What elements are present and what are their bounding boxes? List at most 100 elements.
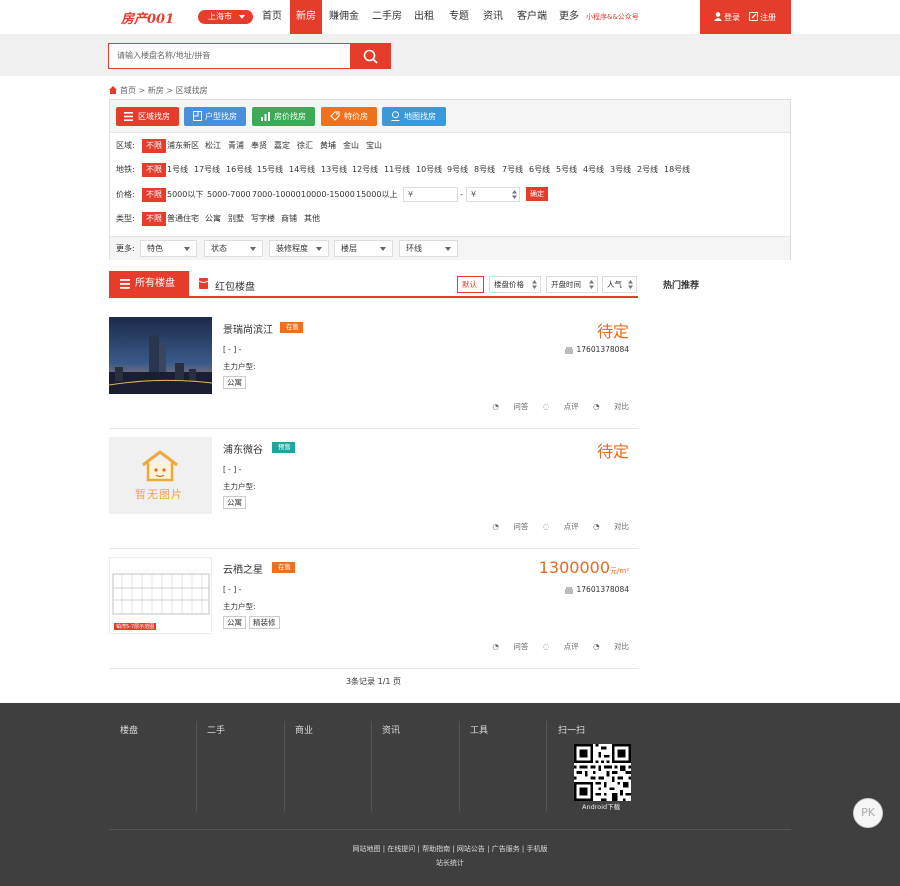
search-input[interactable]: 请输入楼盘名称/地址/拼音 [108, 43, 351, 69]
footer-stats-link[interactable]: 站长统计 [0, 858, 900, 868]
filter-option[interactable]: 不限 [142, 163, 166, 177]
filter-option[interactable]: 4号线 [583, 163, 604, 177]
nav-news[interactable]: 资讯 [480, 0, 506, 34]
listing-name[interactable]: 景瑞尚滨江 [223, 321, 273, 336]
filter-option[interactable]: 16号线 [226, 163, 252, 177]
search-button[interactable] [350, 43, 391, 69]
filter-option[interactable]: 1号线 [167, 163, 188, 177]
footer-links[interactable]: 网站地图 | 在线提问 | 帮助指南 | 网站公告 | 广告服务 | 手机版 [0, 844, 900, 854]
filter-option[interactable]: 7号线 [502, 163, 523, 177]
filter-option[interactable]: 松江 [205, 139, 221, 153]
tab-area-find[interactable]: 区域找房 [116, 107, 179, 126]
filter-option[interactable]: 3号线 [610, 163, 631, 177]
compare-link[interactable]: ◔ 对比 [593, 402, 629, 411]
dropdown-ring-road[interactable]: 环线 [399, 240, 458, 257]
filter-option[interactable]: 徐汇 [297, 139, 313, 153]
filter-option[interactable]: 5000以下 [167, 188, 203, 202]
filter-option[interactable]: 5号线 [556, 163, 577, 177]
sort-open-time[interactable]: 开盘时间 [546, 276, 598, 293]
filter-option[interactable]: 青浦 [228, 139, 244, 153]
price-confirm-button[interactable]: 确定 [526, 187, 548, 201]
filter-option[interactable]: 9号线 [447, 163, 468, 177]
sort-price[interactable]: 楼盘价格 [489, 276, 541, 293]
nav-more[interactable]: 更多 [556, 0, 582, 34]
footer-col-news[interactable]: 资讯 [382, 723, 400, 736]
review-link[interactable]: ◌ 点评 [543, 642, 579, 651]
filter-option[interactable]: 黄埔 [320, 139, 336, 153]
filter-option[interactable]: 14号线 [289, 163, 315, 177]
qa-link[interactable]: ◔ 问答 [492, 402, 528, 411]
pk-compare-button[interactable]: PK [853, 798, 883, 828]
footer-col-commercial[interactable]: 商业 [295, 723, 313, 736]
dropdown-floor[interactable]: 楼层 [334, 240, 393, 257]
filter-option[interactable]: 宝山 [366, 139, 382, 153]
review-link[interactable]: ◌ 点评 [543, 522, 579, 531]
listing-name[interactable]: 云栖之星 [223, 561, 263, 576]
footer-col-tools[interactable]: 工具 [470, 723, 488, 736]
mini-program-link[interactable]: 小程序&&公众号 [586, 12, 639, 22]
dropdown-decoration[interactable]: 装修程度 [269, 240, 329, 257]
filter-option[interactable]: 6号线 [529, 163, 550, 177]
city-selector[interactable]: 上海市 [198, 10, 253, 24]
filter-option[interactable]: 10000-15000 [301, 188, 355, 202]
dropdown-status[interactable]: 状态 [204, 240, 263, 257]
filter-option[interactable]: 不限 [142, 139, 166, 153]
filter-option[interactable]: 别墅 [228, 212, 244, 226]
listing-floorplan[interactable]: 铂湾5-7层示范图 [109, 557, 212, 634]
filter-option[interactable]: 15000以上 [356, 188, 397, 202]
filter-option[interactable]: 不限 [142, 212, 166, 226]
filter-option[interactable]: 11号线 [384, 163, 410, 177]
spinner-icon[interactable] [512, 190, 517, 199]
filter-option[interactable]: 18号线 [664, 163, 690, 177]
listing-name[interactable]: 浦东微谷 [223, 441, 263, 456]
tab-map-find[interactable]: 地图找房 [382, 107, 446, 126]
qa-link[interactable]: ◔ 问答 [492, 642, 528, 651]
compare-link[interactable]: ◔ 对比 [593, 522, 629, 531]
footer-col-listings[interactable]: 楼盘 [120, 723, 138, 736]
footer-col-second-hand[interactable]: 二手 [207, 723, 225, 736]
filter-option[interactable]: 5000-7000 [207, 188, 251, 202]
filter-option[interactable]: 17号线 [194, 163, 220, 177]
listing-photo-placeholder[interactable]: 暂无图片 [109, 437, 212, 514]
breadcrumb[interactable]: 首页 > 新房 > 区域找房 [120, 85, 208, 96]
qa-link[interactable]: ◔ 问答 [492, 522, 528, 531]
filter-option[interactable]: 12号线 [352, 163, 378, 177]
filter-option[interactable]: 普通住宅 [167, 212, 199, 226]
filter-option[interactable]: 13号线 [321, 163, 347, 177]
nav-home[interactable]: 首页 [258, 0, 286, 34]
filter-option[interactable]: 金山 [343, 139, 359, 153]
review-link[interactable]: ◌ 点评 [543, 402, 579, 411]
nav-new-house[interactable]: 新房 [290, 0, 322, 34]
tab-special-price[interactable]: 特价房 [321, 107, 377, 126]
filter-option[interactable]: 商铺 [281, 212, 297, 226]
compare-link[interactable]: ◔ 对比 [593, 642, 629, 651]
sort-default[interactable]: 默认 [457, 276, 484, 293]
price-max-input[interactable]: ¥ [466, 187, 520, 202]
filter-option[interactable]: 奉贤 [251, 139, 267, 153]
filter-option[interactable]: 嘉定 [274, 139, 290, 153]
tab-all-listings[interactable]: 所有楼盘 [109, 271, 189, 297]
filter-option[interactable]: 7000-10000 [252, 188, 301, 202]
login-link[interactable]: 登录 [724, 12, 740, 23]
tab-price-find[interactable]: 房价找房 [252, 107, 315, 126]
filter-option[interactable]: 公寓 [205, 212, 221, 226]
tab-layout-find[interactable]: 户型找房 [184, 107, 246, 126]
sort-popularity[interactable]: 人气 [602, 276, 637, 293]
filter-option[interactable]: 8号线 [474, 163, 495, 177]
nav-topics[interactable]: 专题 [446, 0, 472, 34]
site-logo[interactable]: 房产001 [121, 8, 174, 27]
filter-option[interactable]: 其他 [304, 212, 320, 226]
price-min-input[interactable]: ¥ [403, 187, 458, 202]
filter-option[interactable]: 15号线 [257, 163, 283, 177]
nav-earn-commission[interactable]: 赚佣金 [327, 0, 361, 34]
filter-option[interactable]: 不限 [142, 188, 166, 202]
filter-option[interactable]: 写字楼 [251, 212, 275, 226]
nav-rent[interactable]: 出租 [411, 0, 437, 34]
listing-photo[interactable] [109, 317, 212, 394]
dropdown-feature[interactable]: 特色 [140, 240, 197, 257]
nav-second-hand[interactable]: 二手房 [369, 0, 405, 34]
filter-option[interactable]: 浦东新区 [167, 139, 199, 153]
nav-client[interactable]: 客户端 [514, 0, 550, 34]
filter-option[interactable]: 10号线 [416, 163, 442, 177]
filter-option[interactable]: 2号线 [637, 163, 658, 177]
